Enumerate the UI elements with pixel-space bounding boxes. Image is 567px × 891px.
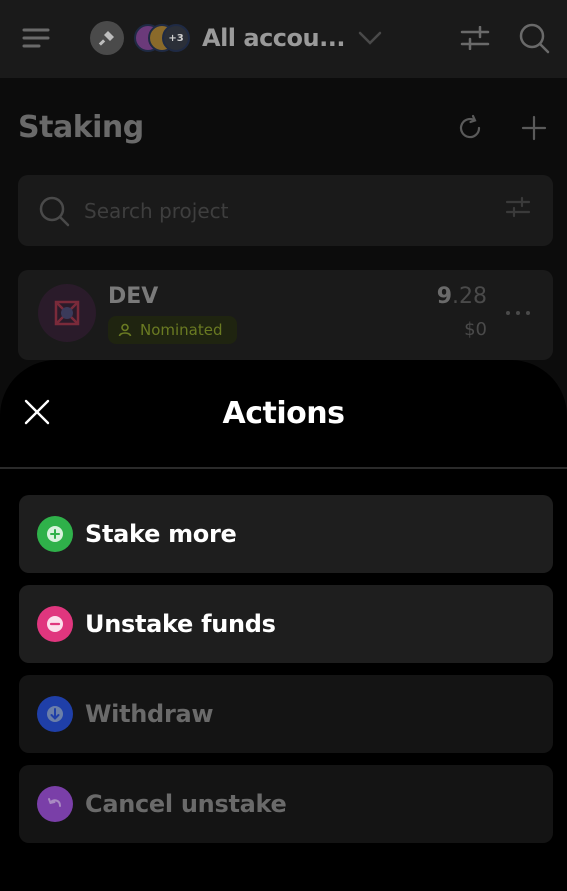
add-icon[interactable]: [516, 110, 552, 146]
search-input[interactable]: Search project: [84, 199, 228, 223]
account-selector[interactable]: +3 All accou...: [90, 18, 345, 58]
divider: [0, 467, 567, 469]
plug-icon: [90, 21, 124, 55]
reload-icon[interactable]: [452, 110, 488, 146]
more-options-icon[interactable]: [503, 298, 533, 328]
filter-icon[interactable]: [455, 20, 495, 56]
account-label: All accou...: [202, 24, 345, 52]
stake-amount-integer: 9: [436, 284, 452, 309]
unstake-funds-button[interactable]: Unstake funds: [19, 585, 553, 663]
account-avatars: +3: [134, 21, 196, 55]
sheet-title: Actions: [222, 396, 345, 431]
plus-circle-icon: [37, 516, 73, 552]
fiat-value: $0: [464, 319, 487, 340]
cancel-unstake-button[interactable]: Cancel unstake: [19, 765, 553, 843]
pool-name: DEV: [108, 284, 159, 309]
search-field[interactable]: Search project: [18, 175, 553, 246]
status-badge: Nominated: [108, 316, 237, 344]
cancel-unstake-label: Cancel unstake: [85, 790, 287, 818]
stake-amount-decimal: .28: [452, 284, 487, 309]
stake-amount: 9.28: [437, 284, 487, 309]
search-icon: [36, 193, 72, 229]
status-badge-label: Nominated: [140, 321, 223, 339]
withdraw-label: Withdraw: [85, 700, 214, 728]
chevron-down-icon[interactable]: [356, 24, 384, 52]
dev-logo-icon: [38, 284, 96, 342]
stake-more-label: Stake more: [85, 520, 237, 548]
stake-more-button[interactable]: Stake more: [19, 495, 553, 573]
user-icon: [118, 323, 132, 337]
minus-circle-icon: [37, 606, 73, 642]
avatars-more-count: +3: [162, 24, 190, 52]
top-bar: +3 All accou...: [0, 0, 567, 78]
page-title: Staking: [18, 110, 144, 145]
search-icon[interactable]: [514, 18, 554, 58]
arrow-down-circle-icon: [37, 696, 73, 732]
pool-card[interactable]: DEV Nominated 9.28 $0: [18, 270, 553, 360]
filter-icon[interactable]: [503, 195, 533, 225]
menu-icon[interactable]: [18, 20, 54, 56]
undo-circle-icon: [37, 786, 73, 822]
withdraw-button[interactable]: Withdraw: [19, 675, 553, 753]
unstake-funds-label: Unstake funds: [85, 610, 276, 638]
